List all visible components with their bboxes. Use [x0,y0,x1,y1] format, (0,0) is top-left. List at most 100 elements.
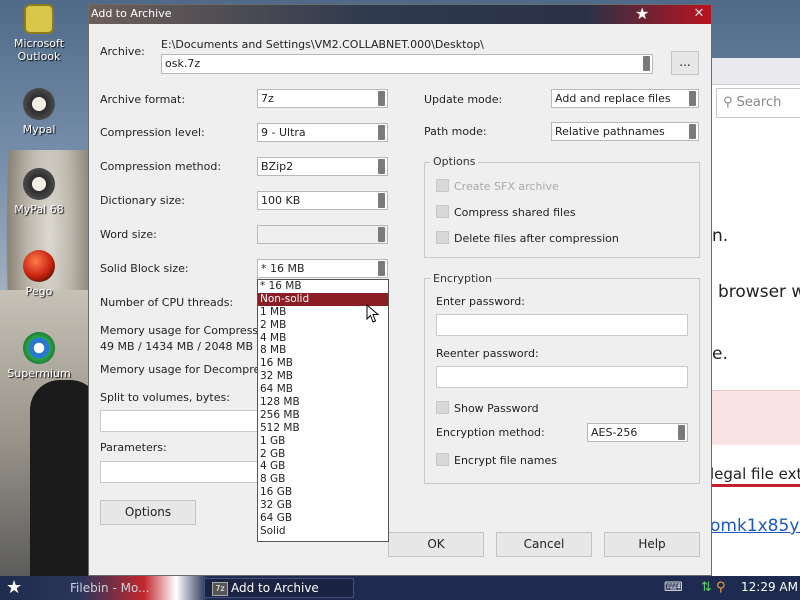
start-star-icon[interactable]: ★ [6,577,22,598]
chevron-down-icon[interactable] [378,193,385,208]
checkbox-box[interactable] [436,401,449,414]
dropdown-option[interactable]: 4 GB [258,460,388,473]
dropdown-option[interactable]: 8 MB [258,344,388,357]
raccoon-icon [23,88,55,120]
enter-password-input[interactable] [436,314,688,336]
search-placeholder: Search [736,95,782,110]
encrypt-names-checkbox[interactable]: Encrypt file names [436,453,557,467]
cancel-button[interactable]: Cancel [496,532,592,557]
checkbox-box[interactable] [436,179,449,192]
compression-level-select[interactable]: 9 - Ultra [257,123,388,142]
taskbar-item-add-to-archive[interactable]: 7z Add to Archive [204,578,354,598]
compress-shared-checkbox[interactable]: Compress shared files [436,205,576,219]
split-volumes-input[interactable] [100,410,260,432]
tray-icons[interactable]: ⌨ ⇅ ⚲ [664,580,725,595]
parameters-input[interactable] [100,461,260,483]
checkbox-label: Encrypt file names [454,454,557,467]
archive-format-select[interactable]: 7z [257,89,388,108]
browser-text-line: browser w [718,282,800,302]
search-icon: ⚲ [723,95,733,110]
desktop-icon-pego[interactable]: Pego [0,250,79,298]
dropdown-option[interactable]: 512 MB [258,422,388,435]
taskbar-item-filebin[interactable]: Filebin - Mo... [48,579,188,597]
ok-button[interactable]: OK [388,532,484,557]
checkbox-label: Create SFX archive [454,180,559,193]
solid-block-select[interactable]: * 16 MB [257,259,388,278]
chevron-down-icon[interactable] [689,91,696,106]
mouse-cursor-icon [366,304,380,323]
browse-button[interactable]: ... [671,51,699,75]
dropdown-option[interactable]: 64 GB [258,512,388,525]
solid-block-label: Solid Block size: [100,262,189,275]
clock[interactable]: 12:29 AM [741,580,798,594]
chevron-down-icon[interactable] [678,425,685,440]
add-to-archive-dialog: Add to Archive ★ ✕ Archive: E:\Documents… [88,4,712,576]
desktop-icon-microsoft-outlook[interactable]: Microsoft Outlook [0,4,79,63]
browser-link[interactable]: omk1x85ya [710,516,800,536]
desktop-icon-label: Microsoft Outlook [13,37,65,63]
network-icon[interactable]: ⇅ [701,580,712,595]
create-sfx-checkbox[interactable]: Create SFX archive [436,179,559,193]
desktop-icon-supermium[interactable]: Supermium [0,332,79,380]
checkbox-box[interactable] [436,205,449,218]
checkbox-box[interactable] [436,453,449,466]
dropdown-option[interactable]: 256 MB [258,409,388,422]
enter-password-label: Enter password: [436,295,525,308]
solid-block-value: * 16 MB [261,262,305,275]
show-password-checkbox[interactable]: Show Password [436,401,539,415]
reenter-password-input[interactable] [436,366,688,388]
checkbox-label: Compress shared files [454,206,576,219]
delete-after-checkbox[interactable]: Delete files after compression [436,231,619,245]
checkbox-box[interactable] [436,231,449,244]
path-mode-select[interactable]: Relative pathnames [551,122,699,141]
dropdown-option[interactable]: Solid [258,525,388,538]
chevron-down-icon[interactable] [689,124,696,139]
dropdown-option[interactable]: 128 MB [258,396,388,409]
update-mode-select[interactable]: Add and replace files [551,89,699,108]
dropdown-option[interactable]: 4 MB [258,332,388,345]
mem-compress-value: 49 MB / 1434 MB / 2048 MB [100,340,253,353]
chevron-down-icon[interactable] [378,159,385,174]
chevron-down-icon[interactable] [378,125,385,140]
dropdown-option[interactable]: 2 GB [258,448,388,461]
help-button[interactable]: Help [604,532,700,557]
options-group-label: Options [430,155,479,168]
desktop-icon-mypal[interactable]: Mypal [0,88,79,136]
archive-name-combo[interactable]: osk.7z [161,54,653,74]
desktop-icon-mypal-68[interactable]: MyPal 68 [0,168,79,216]
desktop-icon-label: Mypal [22,123,56,136]
chevron-down-icon[interactable] [378,91,385,106]
update-mode-label: Update mode: [424,93,503,106]
dictionary-size-select[interactable]: 100 KB [257,191,388,210]
archive-label: Archive: [100,45,145,58]
encryption-group-label: Encryption [430,272,496,285]
compression-method-select[interactable]: BZip2 [257,157,388,176]
dropdown-option[interactable]: 64 MB [258,383,388,396]
dialog-titlebar[interactable]: Add to Archive ★ ✕ [89,4,711,24]
dropdown-option[interactable]: 16 GB [258,486,388,499]
keyboard-icon[interactable]: ⌨ [664,580,683,595]
search-input[interactable]: ⚲ Search [716,88,800,118]
dropdown-option[interactable]: 8 GB [258,473,388,486]
dropdown-option[interactable]: 1 GB [258,435,388,448]
compression-method-value: BZip2 [261,160,294,173]
dropdown-option[interactable]: 16 MB [258,357,388,370]
reenter-password-label: Reenter password: [436,347,539,360]
chevron-down-icon[interactable] [643,56,650,71]
dropdown-option[interactable]: 32 MB [258,370,388,383]
close-icon[interactable]: ✕ [692,7,706,21]
chevron-down-icon[interactable] [378,261,385,276]
word-size-select[interactable] [257,225,388,244]
archive-path: E:\Documents and Settings\VM2.COLLABNET.… [161,38,484,51]
dropdown-option[interactable]: * 16 MB [258,280,388,293]
pego-icon [23,250,55,282]
checkbox-label: Delete files after compression [454,232,619,245]
dropdown-option[interactable]: 32 GB [258,499,388,512]
7zip-icon: 7z [212,582,228,596]
encryption-method-select[interactable]: AES-256 [587,423,688,442]
compression-level-label: Compression level: [100,126,205,139]
search-icon[interactable]: ⚲ [716,580,726,595]
taskbar-item-label: Add to Archive [231,581,319,595]
chevron-down-icon[interactable] [378,227,385,242]
options-button[interactable]: Options [100,500,196,525]
